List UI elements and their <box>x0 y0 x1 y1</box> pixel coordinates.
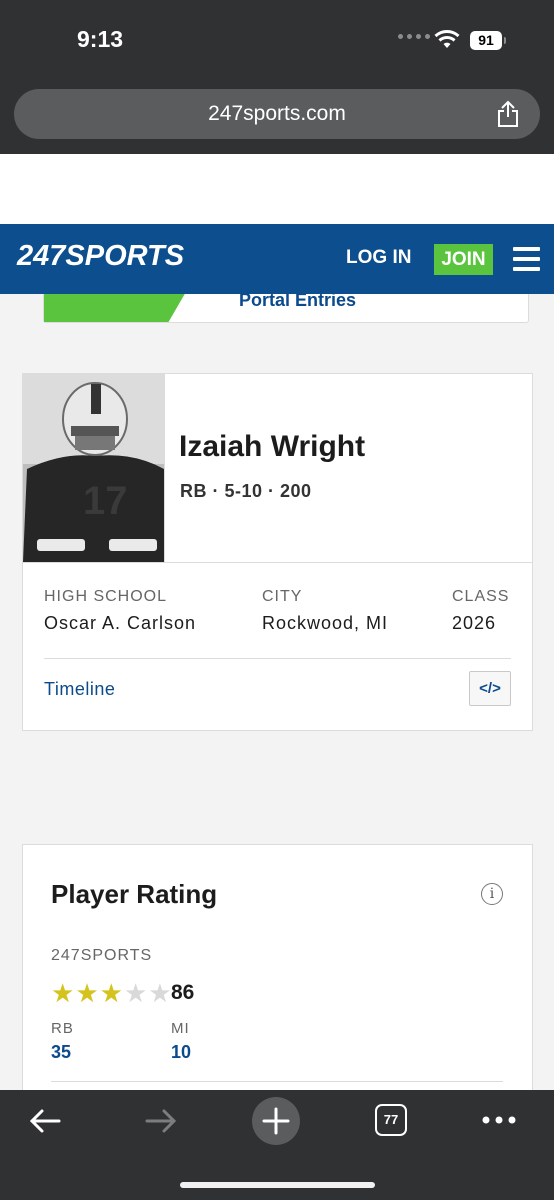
wifi-icon <box>434 30 460 48</box>
position-rank-label: RB <box>51 1020 74 1037</box>
star-icon: ★ <box>123 978 148 1008</box>
battery-icon: 91 <box>470 31 506 50</box>
star-icon: ★ <box>99 978 123 1008</box>
star-icon: ★ <box>75 978 99 1008</box>
player-name: Izaiah Wright <box>179 430 366 463</box>
player-photo: 17 <box>23 374 165 562</box>
player-rating-card: Player Rating i 247SPORTS ★ ★ ★ ★ ★ 86 RB 35… <box>22 844 533 1106</box>
ad-space <box>0 154 554 224</box>
browser-chrome: 247sports.com <box>0 80 554 154</box>
site-header: 247SPORTS LOG IN JOIN <box>0 224 554 294</box>
divider <box>44 658 511 659</box>
status-time: 9:13 <box>77 26 124 52</box>
player-silhouette-icon: 17 <box>23 374 164 562</box>
class-value: 2026 <box>452 613 497 633</box>
rating-title: Player Rating <box>51 879 218 909</box>
home-indicator <box>180 1182 375 1188</box>
share-icon[interactable] <box>496 100 520 128</box>
info-icon[interactable]: i <box>481 883 503 905</box>
high-school-value: Oscar A. Carlson <box>44 613 197 633</box>
embed-code-button[interactable]: </> <box>469 671 511 706</box>
back-icon[interactable] <box>27 1106 63 1136</box>
city-value: Rockwood, MI <box>262 613 389 633</box>
divider <box>23 562 532 563</box>
menu-icon[interactable] <box>513 247 540 271</box>
player-position-size: RB · 5-10 · 200 <box>180 481 312 501</box>
address-bar[interactable]: 247sports.com <box>14 89 540 139</box>
city-label: CITY <box>262 588 303 605</box>
cellular-signal-icon <box>398 34 430 39</box>
star-icon: ★ <box>51 978 75 1008</box>
state-rank-label: MI <box>171 1020 190 1037</box>
class-label: CLASS <box>452 588 510 605</box>
forward-icon[interactable] <box>143 1106 179 1136</box>
site-logo[interactable]: 247SPORTS <box>17 240 184 273</box>
star-icon: ★ <box>148 978 172 1008</box>
join-button[interactable]: JOIN <box>434 244 493 275</box>
player-card: 17 Izaiah Wright RB · 5-10 · 200 HIGH SC… <box>22 373 533 731</box>
status-bar: 9:13 91 <box>0 0 554 80</box>
new-tab-icon[interactable] <box>251 1096 301 1146</box>
timeline-link[interactable]: Timeline <box>44 679 115 700</box>
login-link[interactable]: LOG IN <box>346 247 411 269</box>
svg-text:17: 17 <box>83 479 128 523</box>
star-rating: ★ ★ ★ ★ ★ <box>51 980 172 1006</box>
state-rank-value[interactable]: 10 <box>171 1042 191 1063</box>
rating-source: 247SPORTS <box>51 947 153 964</box>
divider <box>51 1081 503 1082</box>
high-school-label: HIGH SCHOOL <box>44 588 168 605</box>
more-icon[interactable] <box>481 1112 517 1128</box>
rating-score: 86 <box>171 981 195 1004</box>
tabs-button[interactable]: 77 <box>375 1104 407 1136</box>
position-rank-value[interactable]: 35 <box>51 1042 71 1063</box>
url-text[interactable]: 247sports.com <box>14 102 540 126</box>
